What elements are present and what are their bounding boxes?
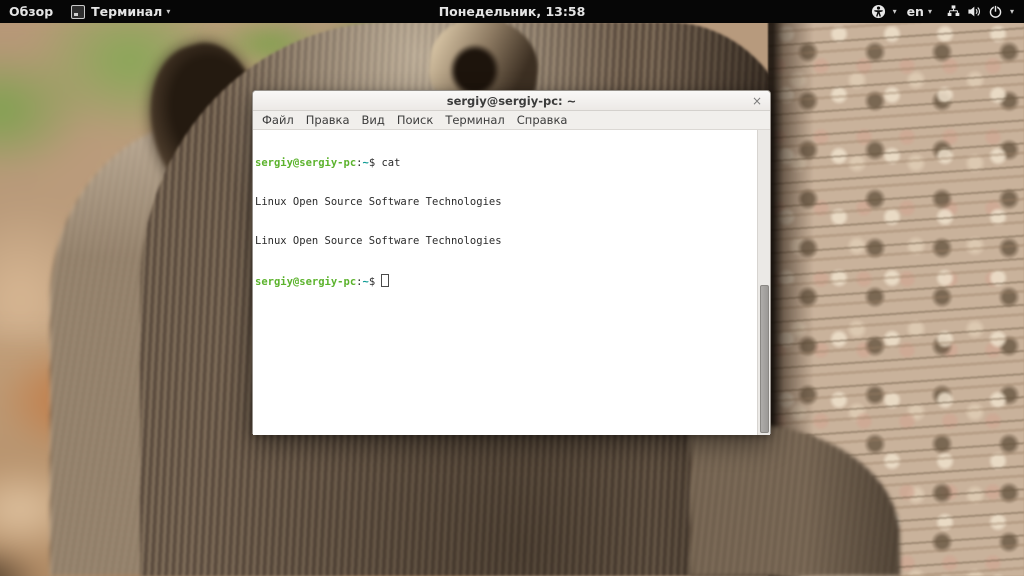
volume-icon [967, 4, 982, 19]
raccoon-fur-foreground [690, 424, 900, 576]
output-line: Linux Open Source Software Technologies [255, 196, 754, 209]
accessibility-menu[interactable]: ▾ [863, 0, 902, 23]
menu-item-view[interactable]: Вид [356, 113, 391, 127]
terminal-cursor [381, 274, 389, 287]
menu-item-file[interactable]: Файл [256, 113, 300, 127]
desktop: sergiy@sergiy-pc: ~ × Файл Правка Вид По… [0, 0, 1024, 576]
close-button[interactable]: × [749, 91, 765, 110]
window-menubar: Файл Правка Вид Поиск Терминал Справка [253, 111, 770, 130]
close-icon: × [752, 94, 762, 108]
output-line: Linux Open Source Software Technologies [255, 235, 754, 248]
activities-button[interactable]: Обзор [0, 0, 62, 23]
app-menu-button[interactable]: Терминал ▾ [62, 0, 179, 23]
chevron-down-icon: ▾ [1010, 8, 1014, 16]
menu-item-help[interactable]: Справка [511, 113, 574, 127]
scrollbar[interactable] [757, 130, 770, 435]
prompt-dollar: $ [369, 276, 375, 288]
terminal-body[interactable]: sergiy@sergiy-pc:~$ cat Linux Open Sourc… [253, 130, 770, 435]
clock[interactable]: Понедельник, 13:58 [439, 4, 586, 19]
tree-trunk [768, 22, 1024, 576]
blurred-leaves-left [0, 0, 280, 576]
chevron-down-icon: ▾ [928, 8, 932, 16]
terminal-window: sergiy@sergiy-pc: ~ × Файл Правка Вид По… [252, 90, 771, 434]
status-area: ▾ en ▾ [863, 0, 1020, 23]
top-bar: Обзор Терминал ▾ Понедельник, 13:58 ▾ [0, 0, 1024, 23]
app-menu-label: Терминал [91, 4, 162, 19]
prompt-line: sergiy@sergiy-pc:~$ cat [255, 157, 754, 170]
prompt-line: sergiy@sergiy-pc:~$ [255, 274, 754, 289]
prompt-user: sergiy@sergiy-pc [255, 276, 356, 288]
window-titlebar[interactable]: sergiy@sergiy-pc: ~ × [253, 91, 770, 111]
prompt-command: $ cat [369, 157, 401, 169]
scrollbar-thumb[interactable] [760, 285, 769, 433]
window-title: sergiy@sergiy-pc: ~ [447, 94, 577, 108]
chevron-down-icon: ▾ [893, 8, 897, 16]
chevron-down-icon: ▾ [166, 8, 170, 16]
keyboard-layout-menu[interactable]: en ▾ [902, 0, 937, 23]
system-menu[interactable]: ▾ [937, 0, 1020, 23]
keyboard-layout-label: en [907, 4, 924, 19]
wired-network-icon [946, 4, 961, 19]
accessibility-icon [871, 4, 886, 19]
menu-item-edit[interactable]: Правка [300, 113, 356, 127]
prompt-user: sergiy@sergiy-pc [255, 157, 356, 169]
power-icon [988, 4, 1003, 19]
activities-label: Обзор [9, 4, 53, 19]
menu-item-terminal[interactable]: Терминал [439, 113, 510, 127]
terminal-app-icon [71, 5, 85, 19]
menu-item-search[interactable]: Поиск [391, 113, 439, 127]
